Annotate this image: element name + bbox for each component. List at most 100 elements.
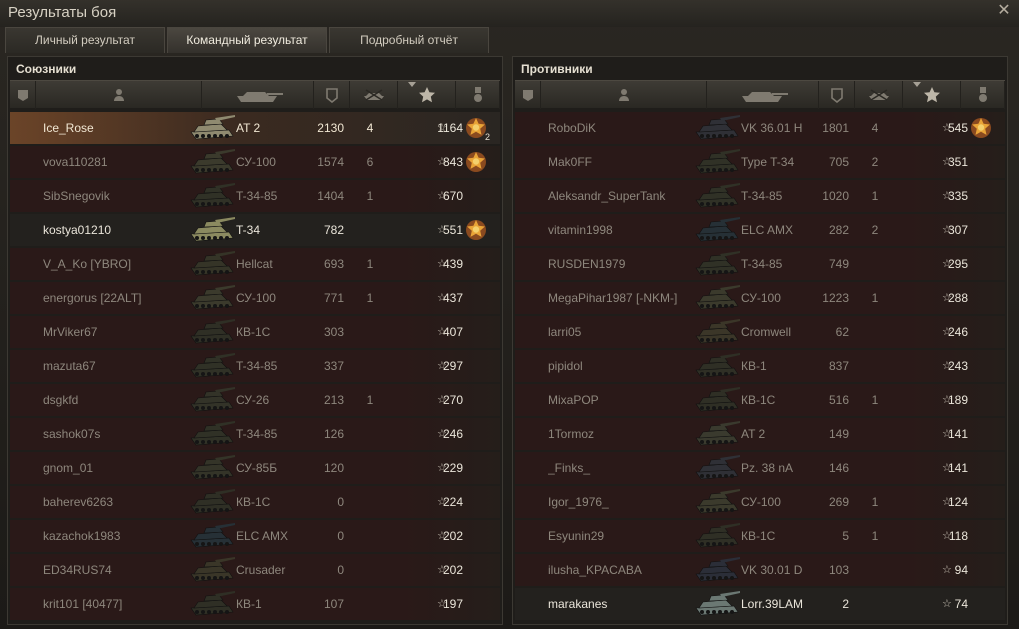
damage-value: 0: [337, 529, 344, 543]
player-row[interactable]: sashok07s T-34-85 126 246 ☆: [10, 418, 500, 450]
medal-icon[interactable]: [969, 116, 993, 140]
player-row[interactable]: marakanes Lorr.39LAM 2 74 ☆: [515, 588, 1005, 620]
tank-icon: [188, 114, 236, 142]
experience-value: 295: [947, 257, 968, 271]
experience-value: 407: [442, 325, 463, 339]
kills-value: [855, 350, 895, 382]
player-row[interactable]: Esyunin29 КВ-1С 5 1 118 ☆: [515, 520, 1005, 552]
medal-icon[interactable]: [464, 150, 488, 174]
player-name: sashok07s: [43, 427, 101, 441]
damage-value: 1574: [317, 155, 344, 169]
player-row[interactable]: kazachok1983 ELC AMX 0 202 ☆: [10, 520, 500, 552]
experience-value: 202: [442, 563, 463, 577]
star-icon: ☆: [437, 190, 447, 202]
player-icon: [112, 88, 126, 102]
experience-value: 141: [947, 461, 968, 475]
header-experience-star-column[interactable]: [398, 81, 456, 109]
header-tier-column[interactable]: [515, 81, 541, 109]
kills-value: [350, 418, 390, 450]
player-row[interactable]: dsgkfd СУ-26 213 1 270 ☆: [10, 384, 500, 416]
tab-detailed-report[interactable]: Подробный отчёт: [329, 27, 489, 53]
kills-value: 4: [366, 121, 374, 135]
header-experience-star-column[interactable]: [903, 81, 961, 109]
player-name: Esyunin29: [548, 529, 605, 543]
tank-icon: [693, 250, 741, 278]
player-row[interactable]: MegaPihar1987 [-NKM-] СУ-100 1223 1 288 ☆: [515, 282, 1005, 314]
allies-title: Союзники: [16, 62, 77, 76]
header-medal-column[interactable]: [961, 81, 1005, 109]
header-vehicle-column[interactable]: [707, 81, 819, 109]
header-medal-column[interactable]: [456, 81, 500, 109]
tank-icon: [693, 216, 741, 244]
medal-count: 2: [484, 132, 490, 142]
player-name: Mak0FF: [548, 155, 593, 169]
player-row[interactable]: RoboDiK VK 36.01 H 1801 4 545 ☆: [515, 112, 1005, 144]
player-name: larri05: [548, 325, 582, 339]
medal-icon[interactable]: 2: [464, 116, 490, 142]
star-icon: ☆: [942, 190, 952, 202]
player-row[interactable]: V_A_Ko [YBRO] Hellcat 693 1 439 ☆: [10, 248, 500, 280]
kills-value: 1: [871, 495, 879, 509]
header-vehicle-column[interactable]: [202, 81, 314, 109]
tank-icon: [188, 386, 236, 414]
header-tier-column[interactable]: [10, 81, 36, 109]
player-row[interactable]: RUSDEN1979 T-34-85 749 295 ☆: [515, 248, 1005, 280]
player-row[interactable]: Ice_Rose AT 2 2130 4 1164 ☆ 2: [10, 112, 500, 144]
medal-icon[interactable]: [464, 218, 488, 242]
tank-icon: [188, 556, 236, 584]
player-row[interactable]: MixaPOP КВ-1С 516 1 189 ☆: [515, 384, 1005, 416]
header-player-column[interactable]: [36, 81, 202, 109]
player-row[interactable]: MrViker67 КВ-1С 303 407 ☆: [10, 316, 500, 348]
header-kills-column[interactable]: [350, 81, 398, 109]
player-row[interactable]: larri05 Cromwell 62 246 ☆: [515, 316, 1005, 348]
vehicle-icon: [736, 86, 790, 104]
player-row[interactable]: krit101 [40477] КВ-1 107 197 ☆: [10, 588, 500, 620]
kills-value: 1: [366, 257, 374, 271]
player-row[interactable]: gnom_01 СУ-85Б 120 229 ☆: [10, 452, 500, 484]
experience-value: 843: [442, 155, 463, 169]
player-row[interactable]: ilusha_KPACABA VK 30.01 D 103 94 ☆: [515, 554, 1005, 586]
close-icon[interactable]: ✕: [996, 3, 1012, 19]
experience-value: 670: [442, 189, 463, 203]
player-row[interactable]: Mak0FF Type T-34 705 2 351 ☆: [515, 146, 1005, 178]
player-row[interactable]: baherev6263 КВ-1С 0 224 ☆: [10, 486, 500, 518]
experience-value: 288: [947, 291, 968, 305]
tab-personal-result[interactable]: Личный результат: [5, 27, 165, 53]
title-bar: Результаты боя ✕: [0, 0, 1019, 27]
player-row[interactable]: 1Tormoz AT 2 149 141 ☆: [515, 418, 1005, 450]
player-row[interactable]: _Finks_ Pz. 38 nA 146 141 ☆: [515, 452, 1005, 484]
medal-icon: [975, 86, 991, 104]
player-row[interactable]: Igor_1976_ СУ-100 269 1 124 ☆: [515, 486, 1005, 518]
player-row[interactable]: energorus [22ALT] СУ-100 771 1 437 ☆: [10, 282, 500, 314]
tab-team-result[interactable]: Командный результат: [167, 27, 327, 53]
kills-value: 1: [366, 189, 374, 203]
header-kills-column[interactable]: [855, 81, 903, 109]
experience-value: 197: [442, 597, 463, 611]
tank-icon: [693, 318, 741, 346]
player-row[interactable]: kostya01210 T-34 782 551 ☆: [10, 214, 500, 246]
enemies-panel: Противники RoboDiK VK 36.01 H 1801 4 545 ☆ M…: [512, 56, 1008, 625]
player-row[interactable]: SibSnegovik T-34-85 1404 1 670 ☆: [10, 180, 500, 212]
tank-icon: [188, 522, 236, 550]
player-row[interactable]: ED34RUS74 Crusader 0 202 ☆: [10, 554, 500, 586]
player-row[interactable]: pipidol КВ-1 837 243 ☆: [515, 350, 1005, 382]
experience-star-icon: [923, 86, 941, 104]
damage-value: 269: [828, 495, 849, 509]
star-icon: ☆: [437, 564, 447, 576]
kills-value: 4: [871, 121, 879, 135]
experience-value: 224: [442, 495, 463, 509]
star-icon: ☆: [942, 394, 952, 406]
experience-value: 270: [442, 393, 463, 407]
player-row[interactable]: Aleksandr_SuperTank T-34-85 1020 1 335 ☆: [515, 180, 1005, 212]
kills-icon: [360, 88, 388, 102]
player-row[interactable]: mazuta67 T-34-85 337 297 ☆: [10, 350, 500, 382]
star-icon: ☆: [942, 156, 952, 168]
player-row[interactable]: vitamin1998 ELC AMX 282 2 307 ☆: [515, 214, 1005, 246]
header-damage-column[interactable]: [819, 81, 855, 109]
header-player-column[interactable]: [541, 81, 707, 109]
vehicle-icon: [231, 86, 285, 104]
tank-icon: [693, 352, 741, 380]
player-row[interactable]: vova110281 СУ-100 1574 6 843 ☆: [10, 146, 500, 178]
header-damage-column[interactable]: [314, 81, 350, 109]
damage-value: 2: [842, 597, 849, 611]
